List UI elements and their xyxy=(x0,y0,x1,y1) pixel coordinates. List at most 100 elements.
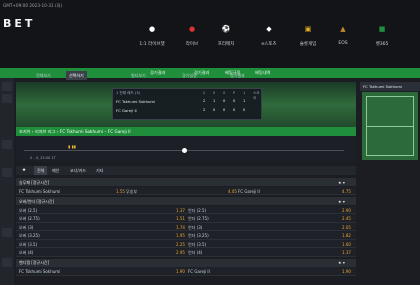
nav-label: 벳365 xyxy=(375,42,389,47)
sidebar-item[interactable] xyxy=(2,94,12,103)
score-cell: 0 xyxy=(233,99,236,103)
odds-value[interactable]: 2.25 xyxy=(176,242,185,247)
match-title: 조지아 › 리저브 리그 › FC Tskhumi Sokhumi – FC G… xyxy=(19,129,131,134)
score-cell: 2 xyxy=(203,99,206,103)
score-cell: 2 xyxy=(203,108,206,112)
nav-item[interactable]: ⚽ 프리매치 xyxy=(208,22,244,52)
selection-label: FC Tskhumi Sokhumi xyxy=(19,188,61,194)
odds-value[interactable]: 1.60 xyxy=(342,242,351,247)
score-cell: 0 xyxy=(233,108,236,112)
nav-label: EOS xyxy=(338,41,348,46)
odds-value[interactable]: 1.37 xyxy=(342,250,351,255)
sidebar-item[interactable] xyxy=(2,168,12,177)
score-cell: 0 xyxy=(243,108,246,112)
score-cell: 0 xyxy=(223,108,226,112)
team1-name: FC Tskhumi Sokhumi xyxy=(116,99,156,104)
score-cell: 1 xyxy=(243,91,246,95)
tab-select[interactable]: 선택하기 xyxy=(66,71,87,80)
match-timeline: ▮ ▮▮ 0 - 0, 25:00 1T xyxy=(16,136,356,162)
left-sidebar xyxy=(0,78,14,285)
odds-value[interactable]: 1.90 xyxy=(176,269,185,274)
nav-item[interactable]: ▣ 슬롯게임 xyxy=(290,22,326,52)
tab-results[interactable]: 경기결과 xyxy=(227,71,248,80)
nav-item[interactable]: ● 라이브 xyxy=(174,22,210,52)
selection-label: 오버 (2.75) xyxy=(19,216,40,221)
odds-value[interactable]: 2.90 xyxy=(342,208,351,213)
mini-pitch xyxy=(362,92,418,160)
sidebar-item[interactable] xyxy=(2,258,12,267)
tab-multi[interactable]: 멀티보기 xyxy=(128,71,149,80)
sidebar-item[interactable] xyxy=(2,82,12,91)
nav-label: 슬롯게임 xyxy=(299,42,317,47)
odds-value[interactable]: 1.37 xyxy=(176,208,185,213)
score-cell: 0 xyxy=(213,91,216,95)
card-icon: ▮ ▮▮ xyxy=(68,144,76,149)
sidebar-item[interactable] xyxy=(2,140,12,149)
score-cell: 스코어 xyxy=(253,91,260,100)
selection-label: 언더 (3) xyxy=(188,224,203,230)
pitch-halfway-line xyxy=(366,126,414,127)
nav-item[interactable]: ■ 벳365 xyxy=(364,22,400,52)
selection-label: 언더 (4) xyxy=(188,250,203,255)
odds-row: 오버 (3.25) 1.95 언더 (3.25) 1.82 xyxy=(16,231,356,240)
market-favorite-icon[interactable]: ★ ▾ xyxy=(338,180,345,185)
selection-label: 무승부 xyxy=(126,188,138,194)
market-tab-corner[interactable]: 코너/카드 xyxy=(70,168,86,174)
tab-schedule[interactable]: 경기일정 xyxy=(179,71,200,80)
timeline-marker[interactable] xyxy=(182,148,187,153)
right-panel-title: FC Tskhumi Sokhumi xyxy=(360,82,420,91)
tab-all[interactable]: 전체보기 xyxy=(33,71,54,80)
market-tab-other[interactable]: 기타 xyxy=(96,168,103,174)
odds-value[interactable]: 1.51 xyxy=(176,216,185,221)
timeline-label: 0 - 0, 25:00 1T xyxy=(30,156,56,160)
nav-item[interactable]: ▲ EOS xyxy=(325,22,361,52)
right-panel-team: FC Tskhumi Sokhumi xyxy=(363,84,403,89)
market-favorite-icon[interactable]: ★ ▾ xyxy=(338,199,345,204)
odds-value[interactable]: 1.74 xyxy=(176,225,185,230)
odds-row: 오버 (3.5) 2.25 언더 (3.5) 1.60 xyxy=(16,239,356,248)
selection-label: 오버 (3.25) xyxy=(19,233,40,238)
odds-row: FC Tskhumi Sokhumi 1.90 FC Gareji II 1.90 xyxy=(16,267,356,276)
match-header: 조지아 › 리저브 리그 › FC Tskhumi Sokhumi – FC G… xyxy=(16,127,356,136)
odds-value[interactable]: 2.05 xyxy=(342,225,351,230)
odds-row: 오버 (2.5) 1.37 언더 (2.5) 2.90 xyxy=(16,205,356,214)
selection-label: 언더 (2.75) xyxy=(188,216,209,221)
selection-label: 오버 (2.5) xyxy=(19,207,38,213)
scoreboard-header: 1 전체 레드 (3) xyxy=(116,91,141,95)
favorite-star-icon[interactable]: ★ xyxy=(22,168,26,173)
odds-value[interactable]: 2.95 xyxy=(176,250,185,255)
market-favorite-icon[interactable]: ★ ▾ xyxy=(338,260,345,265)
market-title: 오버/언더 [정규시간] xyxy=(19,198,55,204)
market-tab-main[interactable]: 메인 xyxy=(52,168,59,174)
selection-label: 오버 (3.5) xyxy=(19,241,38,247)
logo[interactable]: BET xyxy=(3,17,35,30)
live-icon: ● xyxy=(188,25,196,33)
odds-value[interactable]: 1.55 xyxy=(116,189,125,194)
odds-value[interactable]: 4.05 xyxy=(228,189,237,194)
odds-value[interactable]: 2.45 xyxy=(342,216,351,221)
esports-icon: ◆ xyxy=(266,25,272,33)
nav-item[interactable]: ◆ e스포츠 xyxy=(251,22,287,52)
market-header[interactable]: 오버/언더 [정규시간] ★ ▾ xyxy=(16,197,356,205)
market-header[interactable]: 승무패 [정규시간] ★ ▾ xyxy=(16,178,356,186)
market-tab-all[interactable]: 전체 xyxy=(34,166,48,175)
eos-icon: ▲ xyxy=(340,25,346,33)
avatar-icon: ● xyxy=(148,25,156,33)
selection-label: 오버 (4) xyxy=(19,250,34,255)
odds-value[interactable]: 1.95 xyxy=(176,233,185,238)
selection-label: 언더 (2.5) xyxy=(188,207,207,213)
nav-item[interactable]: ● 1:1 라이브챗 xyxy=(134,22,170,52)
odds-value[interactable]: 1.82 xyxy=(342,233,351,238)
market-title: 승무패 [정규시간] xyxy=(19,179,50,185)
odds-value[interactable]: 4.75 xyxy=(342,189,351,194)
score-cell: 2 xyxy=(203,91,206,95)
clock: GMT+09:00 2023-10-31 (화) xyxy=(3,3,63,8)
selection-label: 언더 (3.25) xyxy=(188,233,209,238)
odds-value[interactable]: 1.90 xyxy=(342,269,351,274)
selection-label: FC Gareji II xyxy=(238,188,260,194)
nav-label: 1:1 라이브챗 xyxy=(139,42,165,47)
odds-row: 오버 (3) 1.74 언더 (3) 2.05 xyxy=(16,222,356,231)
nav-label: 프리매치 xyxy=(217,42,235,47)
market-header[interactable]: 핸디캡 [정규시간] ★ ▾ xyxy=(16,258,356,267)
sidebar-item[interactable] xyxy=(2,228,12,237)
